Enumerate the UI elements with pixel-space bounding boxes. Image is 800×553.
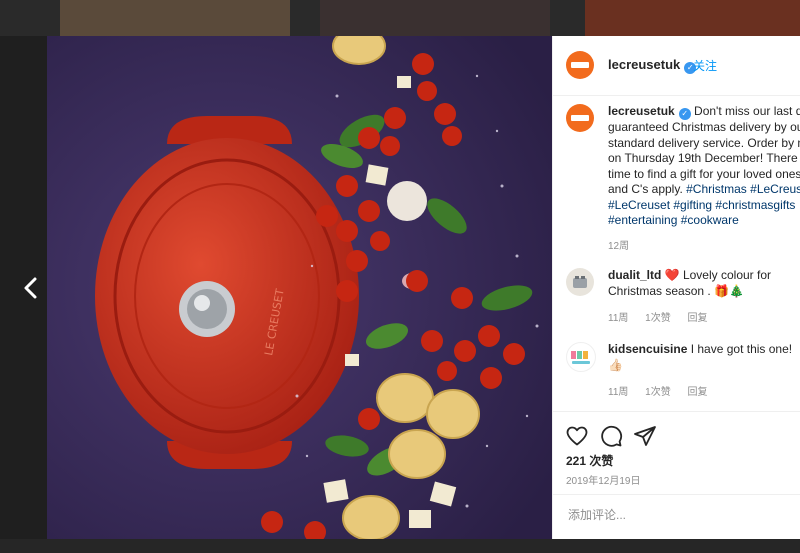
comment-item: dualit_ltd ❤️ Lovely colour for Christma… (608, 268, 800, 299)
photo-illustration: LE CREUSET (47, 36, 552, 539)
author-username-text[interactable]: lecreusetuk (608, 57, 680, 72)
grid-thumbnail[interactable] (60, 0, 290, 36)
comment-likes[interactable]: 1次赞 (645, 387, 671, 398)
post-date[interactable]: 2019年12月19日 (566, 472, 641, 487)
comment-time[interactable]: 11周 (608, 313, 628, 324)
share-icon[interactable] (633, 424, 657, 448)
background-grid (0, 0, 800, 36)
caption-username[interactable]: lecreusetuk (608, 104, 675, 118)
caption-time[interactable]: 12周 (608, 241, 629, 252)
post-photo[interactable]: LE CREUSET (47, 36, 552, 539)
reply-button[interactable]: 回复 (688, 387, 708, 398)
comments-list[interactable]: lecreusetuk✓ Don't miss our last day gua… (553, 96, 800, 411)
post-modal: LE CREUSET lecreusetuk ✓ 关注 lecreusetuk … (47, 36, 800, 539)
brand-logo (571, 62, 589, 68)
chevron-left-icon[interactable] (20, 276, 42, 300)
comment-likes[interactable]: 1次赞 (645, 313, 671, 324)
comment-avatar[interactable] (566, 268, 594, 296)
comment-username[interactable]: dualit_ltd (608, 268, 661, 282)
post-actions: 221 次赞 2019年12月19日 (553, 411, 800, 539)
heart-icon[interactable] (565, 424, 589, 448)
grid-thumbnail[interactable] (320, 0, 550, 36)
post-panel: lecreusetuk ✓ 关注 lecreusetuk ✓ Don't miss … (552, 36, 800, 539)
dualit-logo-icon (573, 276, 587, 288)
like-count[interactable]: 221 次赞 (566, 452, 613, 469)
comment-username[interactable]: kidsencuisine (608, 342, 687, 356)
comment-icon[interactable] (599, 424, 623, 448)
comment-input[interactable] (566, 507, 770, 523)
caption-meta: 12周 (608, 237, 643, 252)
background-grid-bottom (0, 539, 800, 553)
brand-logo (571, 115, 589, 121)
grid-thumbnail[interactable] (585, 0, 800, 36)
caption-avatar[interactable] (566, 104, 594, 132)
comment-meta: 11周 1次赞 回复 (608, 383, 722, 398)
post-header: lecreusetuk ✓ 关注 (553, 36, 800, 96)
comment-meta: 11周 1次赞 回复 (608, 309, 722, 324)
comment-avatar[interactable] (566, 342, 596, 372)
avatar[interactable] (566, 51, 594, 79)
author-username[interactable]: lecreusetuk ✓ (608, 57, 697, 74)
verified-icon: ✓ (678, 108, 691, 120)
follow-button[interactable]: 关注 (693, 57, 717, 74)
post-caption: lecreusetuk✓ Don't miss our last day gua… (608, 104, 800, 229)
comment-time[interactable]: 11周 (608, 387, 628, 398)
comment-item: kidsencuisine I have got this one! 👍🏻 (608, 342, 800, 373)
kidsencuisine-logo-icon (571, 351, 590, 364)
add-comment-bar (553, 494, 800, 539)
reply-button[interactable]: 回复 (688, 313, 708, 324)
